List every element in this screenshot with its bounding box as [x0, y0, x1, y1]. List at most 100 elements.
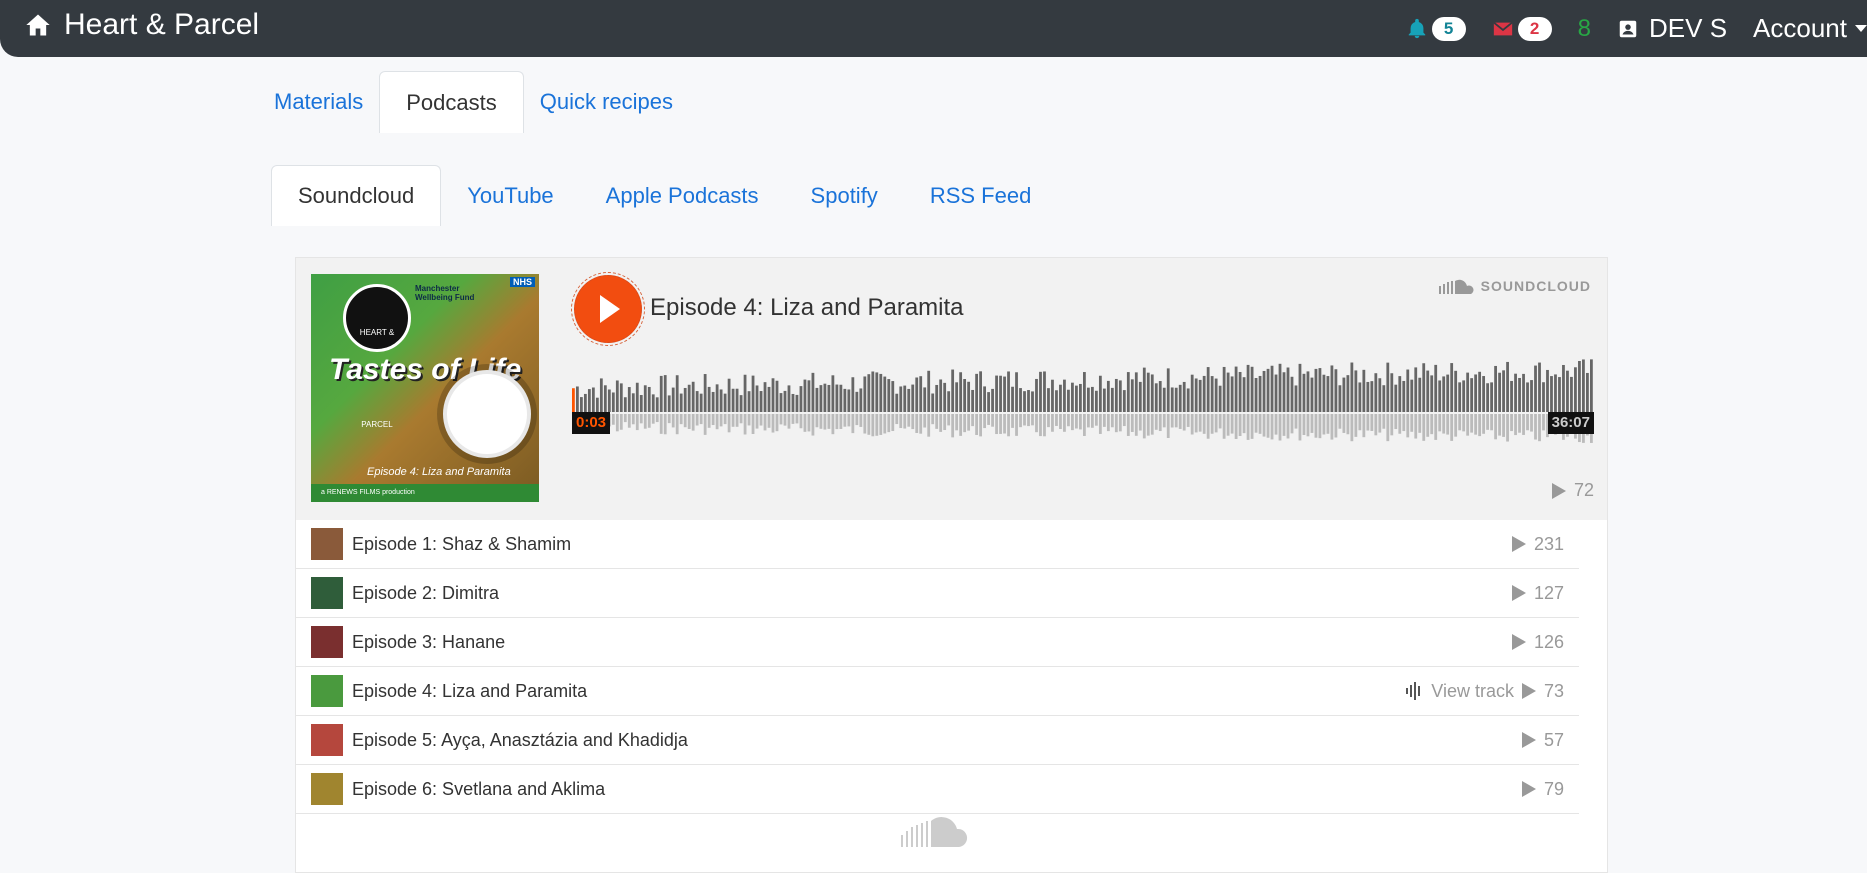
current-track-title[interactable]: Episode 4: Liza and Paramita — [650, 294, 964, 322]
waveform-reflection — [763, 414, 767, 431]
waveform-bar — [1274, 374, 1278, 412]
waveform-bar — [1110, 387, 1114, 412]
tab-spotify[interactable]: Spotify — [785, 165, 904, 226]
waveform-bar — [1079, 383, 1082, 412]
tab-quick-recipes[interactable]: Quick recipes — [524, 71, 689, 133]
waveform-bar — [1146, 372, 1150, 412]
waveform-bar — [803, 379, 807, 412]
track-row-1[interactable]: Episode 1: Shaz & Shamim 231 — [296, 520, 1579, 569]
waveform-bar — [1326, 376, 1330, 412]
waveform[interactable] — [572, 358, 1594, 468]
waveform-reflection — [1222, 414, 1226, 439]
waveform-reflection — [1202, 414, 1206, 434]
waveform-bar — [1578, 360, 1581, 412]
track-row-5[interactable]: Episode 5: Ayça, Anasztázia and Khadidja… — [296, 716, 1579, 765]
track-thumbnail — [311, 724, 343, 756]
tab-youtube[interactable]: YouTube — [441, 165, 579, 226]
waveform-bar — [835, 384, 839, 412]
waveform-reflection — [1326, 414, 1330, 434]
waveform-bar — [1382, 385, 1386, 412]
waveform-reflection — [891, 414, 895, 432]
track-row-2[interactable]: Episode 2: Dimitra 127 — [296, 569, 1579, 618]
waveform-bar — [1558, 377, 1561, 412]
waveform-reflection — [647, 414, 651, 428]
notifications-button[interactable]: 5 — [1406, 16, 1466, 41]
waveform-bar — [719, 389, 723, 412]
waveform-bar — [919, 376, 923, 412]
tab-apple-podcasts[interactable]: Apple Podcasts — [580, 165, 785, 226]
waveform-bar — [1434, 364, 1438, 412]
waveform-bar — [1059, 384, 1062, 412]
notifications-badge: 5 — [1431, 16, 1466, 41]
caret-down-icon — [1855, 25, 1867, 32]
waveform-bar — [1370, 381, 1374, 412]
waveform-reflection — [1238, 414, 1242, 437]
waveform-reflection — [1086, 414, 1090, 428]
waveform-reflection — [1063, 414, 1066, 432]
waveform-bar — [1242, 377, 1246, 412]
tab-podcasts[interactable]: Podcasts — [379, 71, 524, 133]
waveform-bar — [1426, 370, 1430, 412]
waveform-reflection — [719, 414, 723, 427]
waveform-bar — [943, 382, 947, 412]
waveform-bar — [1170, 387, 1174, 412]
waveform-bar — [1522, 373, 1525, 412]
track-row-3[interactable]: Episode 3: Hanane 126 — [296, 618, 1579, 667]
waveform-reflection — [619, 414, 623, 430]
waveform-bar — [1011, 386, 1014, 412]
track-thumbnail — [311, 626, 343, 658]
play-count-icon — [1551, 482, 1566, 499]
waveform-bar — [703, 374, 707, 412]
soundcloud-logo[interactable]: SOUNDCLOUD — [1438, 278, 1591, 294]
artwork-footer: a RENEWS FILMS production — [311, 484, 539, 502]
waveform-reflection — [1043, 414, 1046, 437]
waveform-bar — [671, 387, 675, 412]
tab-materials[interactable]: Materials — [258, 71, 379, 133]
waveform-bar — [1486, 383, 1490, 412]
waveform-reflection — [643, 414, 647, 429]
home-icon — [26, 14, 50, 36]
waveform-reflection — [1051, 414, 1054, 432]
artwork-nhs-logo: NHS — [509, 277, 535, 287]
tab-soundcloud[interactable]: Soundcloud — [271, 165, 442, 226]
waveform-reflection — [771, 414, 775, 433]
messages-button[interactable]: 2 — [1492, 16, 1552, 41]
waveform-bar — [1218, 385, 1222, 412]
play-button[interactable] — [571, 272, 645, 346]
track-row-4[interactable]: Episode 4: Liza and Paramita View track … — [296, 667, 1579, 716]
waveform-bar — [1414, 367, 1418, 412]
user-profile-link[interactable]: DEV S — [1617, 13, 1727, 44]
waveform-bar — [1206, 367, 1210, 412]
waveform-bar — [751, 375, 755, 412]
tab-rss-feed[interactable]: RSS Feed — [904, 165, 1058, 226]
waveform-bar — [1003, 376, 1006, 412]
waveform-bar — [1142, 367, 1146, 412]
waveform-bar — [631, 393, 635, 412]
view-track-link[interactable]: View track — [1405, 681, 1514, 702]
waveform-bar — [1134, 372, 1138, 412]
waveform-bar — [1422, 363, 1426, 412]
green-counter[interactable]: 8 — [1578, 15, 1591, 43]
brand-link[interactable]: Heart & Parcel — [24, 8, 259, 42]
track-row-6[interactable]: Episode 6: Svetlana and Aklima 79 — [296, 765, 1579, 814]
waveform-reflection — [1011, 414, 1014, 428]
waveform-bar — [979, 371, 982, 412]
waveform-reflection — [1258, 414, 1262, 434]
waveform-bar — [983, 386, 986, 412]
waveform-bar — [1446, 374, 1450, 412]
waveform-reflection — [1462, 414, 1466, 432]
waveform-bar — [611, 392, 615, 412]
waveform-reflection — [671, 414, 675, 428]
account-dropdown[interactable]: Account — [1753, 13, 1867, 44]
track-artwork[interactable]: NHS HEART & PARCEL Manchester Wellbeing … — [311, 274, 539, 502]
waveform-bar — [1226, 372, 1230, 412]
waveform-reflection — [1075, 414, 1078, 429]
waveform-reflection — [731, 414, 735, 427]
waveform-reflection — [1178, 414, 1182, 429]
waveform-reflection — [823, 414, 827, 430]
waveform-bar — [1506, 361, 1509, 412]
waveform-reflection — [1146, 414, 1150, 436]
soundcloud-footer-icon[interactable] — [901, 815, 973, 851]
track-title: Episode 5: Ayça, Anasztázia and Khadidja — [352, 729, 688, 750]
waveform-reflection — [679, 414, 683, 425]
